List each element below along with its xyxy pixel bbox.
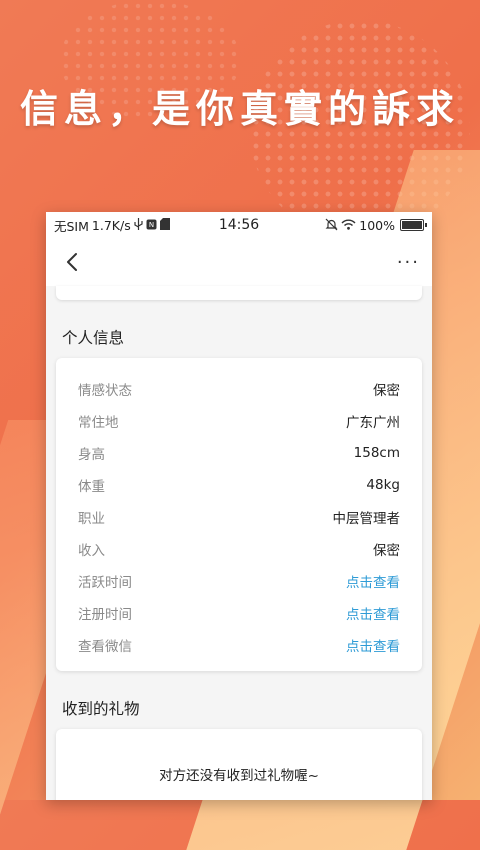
wifi-icon — [341, 219, 356, 232]
info-row[interactable]: 活跃时间 点击查看 — [78, 565, 400, 597]
nfc-icon: N — [146, 219, 157, 232]
chevron-left-icon — [67, 253, 77, 271]
info-row: 体重 48kg — [78, 469, 400, 501]
view-link[interactable]: 点击查看 — [346, 571, 400, 591]
phone-screen: 无SIM 1.7K/s N 14:56 100% ··· 个人信息 情感状态 保… — [46, 212, 432, 800]
status-bar: 无SIM 1.7K/s N 14:56 100% — [46, 212, 432, 238]
info-label: 常住地 — [78, 415, 119, 431]
info-row: 常住地 广东广州 — [78, 405, 400, 437]
info-list: 情感状态 保密 常住地 广东广州 身高 158cm 体重 48kg 职业 中层管理者 收入 保密 活跃时… — [56, 358, 422, 671]
info-row: 收入 保密 — [78, 533, 400, 565]
info-row[interactable]: 注册时间 点击查看 — [78, 597, 400, 629]
info-value: 保密 — [373, 543, 400, 559]
info-row[interactable]: 查看微信 点击查看 — [78, 629, 400, 661]
info-label: 活跃时间 — [78, 575, 132, 591]
info-label: 注册时间 — [78, 607, 132, 623]
info-value: 保密 — [373, 383, 400, 399]
info-label: 职业 — [78, 511, 105, 527]
info-row: 职业 中层管理者 — [78, 501, 400, 533]
view-link[interactable]: 点击查看 — [346, 635, 400, 655]
svg-text:N: N — [149, 221, 154, 229]
gifts-title: 收到的礼物 — [62, 700, 140, 718]
view-link[interactable]: 点击查看 — [346, 603, 400, 623]
info-value: 48kg — [366, 477, 400, 493]
info-value: 中层管理者 — [332, 511, 401, 527]
info-label: 查看微信 — [78, 639, 132, 655]
usb-icon — [134, 218, 143, 232]
battery-icon — [400, 219, 427, 231]
sim-icon — [159, 218, 170, 232]
scroll-content[interactable]: 个人信息 情感状态 保密 常住地 广东广州 身高 158cm 体重 48kg 职业 中层管理者 收入… — [46, 286, 432, 800]
info-label: 体重 — [78, 479, 105, 495]
info-row: 身高 158cm — [78, 437, 400, 469]
carrier-label: 无SIM — [54, 218, 89, 234]
nav-bar: ··· — [46, 238, 432, 286]
gifts-card: 对方还没有收到过礼物喔~ — [56, 729, 422, 800]
previous-card — [56, 286, 422, 300]
personal-info-title: 个人信息 — [62, 329, 125, 347]
back-button[interactable] — [60, 250, 84, 274]
info-value: 158cm — [353, 445, 400, 461]
network-speed: 1.7K/s — [91, 217, 131, 233]
more-button[interactable]: ··· — [397, 252, 420, 273]
info-label: 身高 — [78, 447, 105, 463]
info-row: 情感状态 保密 — [78, 373, 400, 405]
info-label: 收入 — [78, 543, 105, 559]
personal-info-card: 情感状态 保密 常住地 广东广州 身高 158cm 体重 48kg 职业 中层管理者 收入 保密 活跃时… — [56, 358, 422, 671]
info-value: 广东广州 — [346, 415, 400, 431]
gifts-empty-text: 对方还没有收到过礼物喔~ — [159, 768, 319, 784]
battery-percent: 100% — [359, 217, 395, 233]
info-label: 情感状态 — [78, 383, 132, 399]
promo-headline: 信息，是你真實的訴求 — [19, 86, 460, 131]
mute-icon — [325, 218, 338, 233]
